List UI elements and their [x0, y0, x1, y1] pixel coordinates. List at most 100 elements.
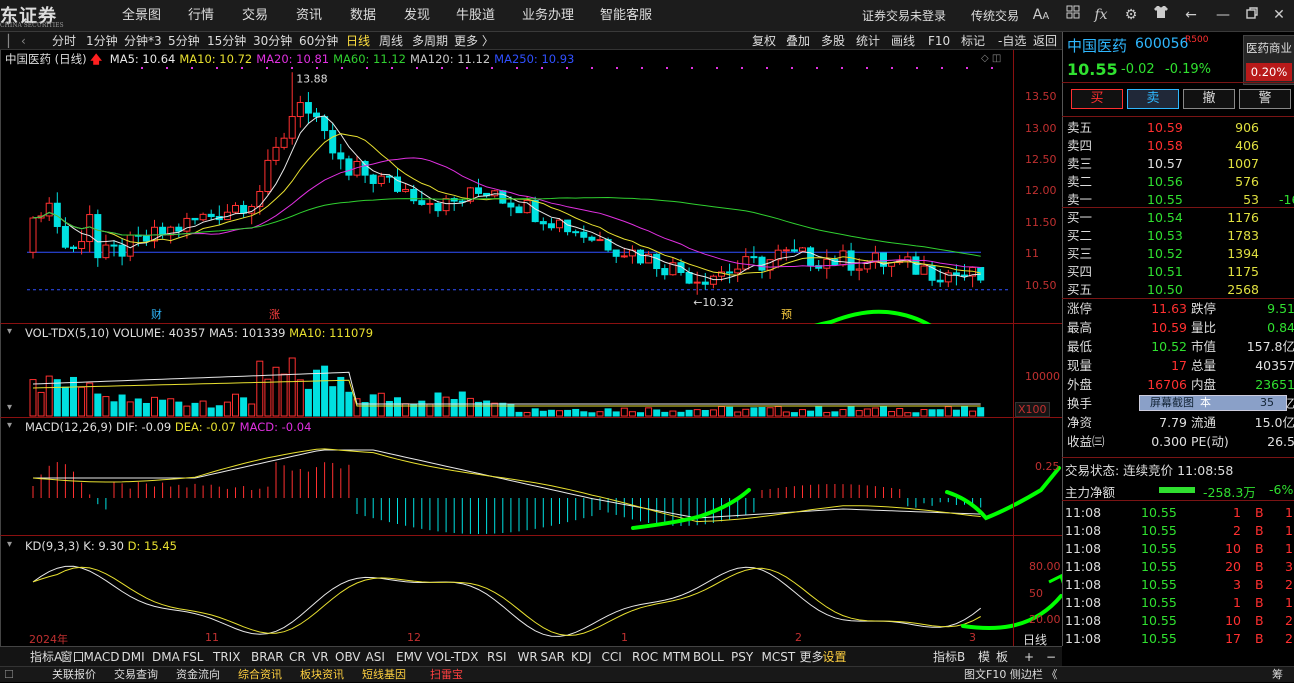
menu-item[interactable]: 智能客服 [600, 0, 652, 32]
quote-action-button[interactable]: 警 [1239, 89, 1291, 109]
sector-box[interactable]: 医药商业 0.20% [1243, 35, 1294, 85]
footer-tab[interactable]: 资金流向 [176, 667, 220, 683]
indicator-tab[interactable]: 设置 [823, 648, 847, 666]
quote-action-button[interactable]: 撤 [1183, 89, 1235, 109]
grid-icon[interactable] [1062, 4, 1084, 26]
menu-item[interactable]: 发现 [404, 0, 430, 32]
indicator-tab[interactable]: RSI [487, 648, 507, 666]
volume-bar [944, 406, 952, 417]
stat-value: 26.5 [1267, 434, 1294, 449]
toolbar-action-button[interactable]: 叠加 [786, 32, 810, 50]
volume-chart[interactable] [1, 324, 1013, 418]
period-tab[interactable]: 1分钟 [86, 32, 118, 50]
panel-control-button[interactable]: 板 [996, 648, 1008, 666]
panel-control-button[interactable]: − [1046, 648, 1056, 666]
period-tab[interactable]: 15分钟 [207, 32, 246, 50]
indicator-tab[interactable]: 更多 [800, 648, 824, 666]
footer-tab[interactable]: 关联报价 [52, 667, 96, 683]
indicator-tab[interactable]: MACD [84, 648, 120, 666]
toolbar-action-button[interactable]: 画线 [891, 32, 915, 50]
toolbar-action-button[interactable]: 多股 [821, 32, 845, 50]
volume-bar [888, 411, 896, 417]
indicator-tab[interactable]: 指标A [30, 648, 62, 666]
trade-mode-button[interactable]: 传统交易 [971, 0, 1019, 32]
panel-control-button[interactable]: 指标B [933, 648, 965, 666]
period-tab[interactable]: 5分钟 [168, 32, 200, 50]
toolbar-action-button[interactable]: 统计 [856, 32, 880, 50]
panel-control-button[interactable]: + [1024, 648, 1034, 666]
footer-tab[interactable]: 交易查询 [114, 667, 158, 683]
f10-sidebar-link[interactable]: 图文F10 侧边栏 《 [964, 667, 1057, 683]
indicator-tab[interactable]: DMI [122, 648, 145, 666]
period-tab[interactable]: 周线 [379, 32, 403, 50]
indicator-tab[interactable]: PSY [731, 648, 753, 666]
panel-control-button[interactable]: 模 [978, 648, 990, 666]
font-size-icon[interactable]: AA [1030, 4, 1052, 26]
indicator-tab[interactable]: FSL [183, 648, 204, 666]
indicator-tab[interactable]: MTM [663, 648, 691, 666]
indicator-tab[interactable]: KDJ [571, 648, 592, 666]
period-tab[interactable]: 30分钟 [253, 32, 292, 50]
formula-icon[interactable]: fx [1090, 4, 1112, 26]
kd-chart[interactable] [1, 536, 1063, 646]
footer-toggle-icon[interactable]: ☐ [4, 667, 14, 683]
indicator-tab[interactable]: BOLL [693, 648, 724, 666]
indicator-tab[interactable]: SAR [541, 648, 565, 666]
menu-item[interactable]: 资讯 [296, 0, 322, 32]
volume-bar [118, 394, 126, 417]
shirt-icon[interactable] [1150, 4, 1172, 26]
macd-chart[interactable] [1, 418, 1063, 536]
period-tab[interactable]: 多周期 [412, 32, 448, 50]
period-tab[interactable]: 日线 [346, 32, 370, 50]
menu-item[interactable]: 业务办理 [522, 0, 574, 32]
menu-item[interactable]: 行情 [188, 0, 214, 32]
footer-tab[interactable]: 短线基因 [362, 667, 406, 683]
footer-tab[interactable]: 扫雷宝 [430, 667, 463, 683]
candle-body [442, 198, 450, 212]
stat-label: 最低 [1067, 339, 1093, 354]
marker-dot [341, 67, 343, 69]
toolbar-action-button[interactable]: F10 [928, 32, 950, 50]
menu-item[interactable]: 牛股道 [456, 0, 495, 32]
period-tab[interactable]: 分时 [52, 32, 76, 50]
volume-bar [742, 408, 750, 417]
back-icon[interactable]: ← [1180, 4, 1202, 26]
indicator-tab[interactable]: VOL-TDX [427, 648, 479, 666]
menu-item[interactable]: 交易 [242, 0, 268, 32]
menu-item[interactable]: 全景图 [122, 0, 161, 32]
indicator-tab[interactable]: ASI [366, 648, 385, 666]
indicator-tab[interactable]: OBV [335, 648, 361, 666]
minimize-icon[interactable]: — [1212, 4, 1234, 26]
footer-tab[interactable]: 板块资讯 [300, 667, 344, 683]
indicator-tab[interactable]: MCST [762, 648, 796, 666]
gear-icon[interactable]: ⚙ [1120, 4, 1142, 26]
indicator-tab[interactable]: DMA [152, 648, 180, 666]
indicator-tab[interactable]: 窗口 [61, 648, 85, 666]
screenshot-tooltip[interactable]: 屏幕截图本 35 [1139, 395, 1287, 411]
quote-action-button[interactable]: 卖 [1127, 89, 1179, 109]
close-icon[interactable]: ✕ [1268, 4, 1290, 26]
period-tab[interactable]: 分钟*3 [124, 32, 162, 50]
indicator-tab[interactable]: CR [289, 648, 306, 666]
toolbar-action-button[interactable]: -自选 [998, 32, 1026, 50]
indicator-tab[interactable]: ROC [632, 648, 658, 666]
indicator-tab[interactable]: BRAR [251, 648, 284, 666]
toolbar-action-button[interactable]: 复权 [752, 32, 776, 50]
menu-item[interactable]: 数据 [350, 0, 376, 32]
toolbar-action-button[interactable]: 标记 [961, 32, 985, 50]
indicator-tab[interactable]: TRIX [213, 648, 240, 666]
footer-tab[interactable]: 综合资讯 [238, 667, 282, 683]
indicator-tab[interactable]: WR [518, 648, 538, 666]
toolbar-toggle-icon[interactable]: ▏ ‹ [8, 32, 26, 50]
period-tab[interactable]: 60分钟 [299, 32, 338, 50]
kline-chart[interactable]: 13.88 ←10.32 财 涨 预 [1, 50, 1013, 324]
login-status[interactable]: 证券交易未登录 [862, 0, 946, 32]
toolbar-action-button[interactable]: 返回 [1033, 32, 1057, 50]
quote-action-button[interactable]: 买 [1071, 89, 1123, 109]
indicator-tab[interactable]: CCI [602, 648, 622, 666]
period-tab[interactable]: 更多 〉 [454, 32, 494, 50]
indicator-tab[interactable]: VR [312, 648, 329, 666]
chip-tab[interactable]: 筹 [1272, 667, 1283, 683]
indicator-tab[interactable]: EMV [396, 648, 422, 666]
restore-icon[interactable] [1241, 4, 1263, 26]
